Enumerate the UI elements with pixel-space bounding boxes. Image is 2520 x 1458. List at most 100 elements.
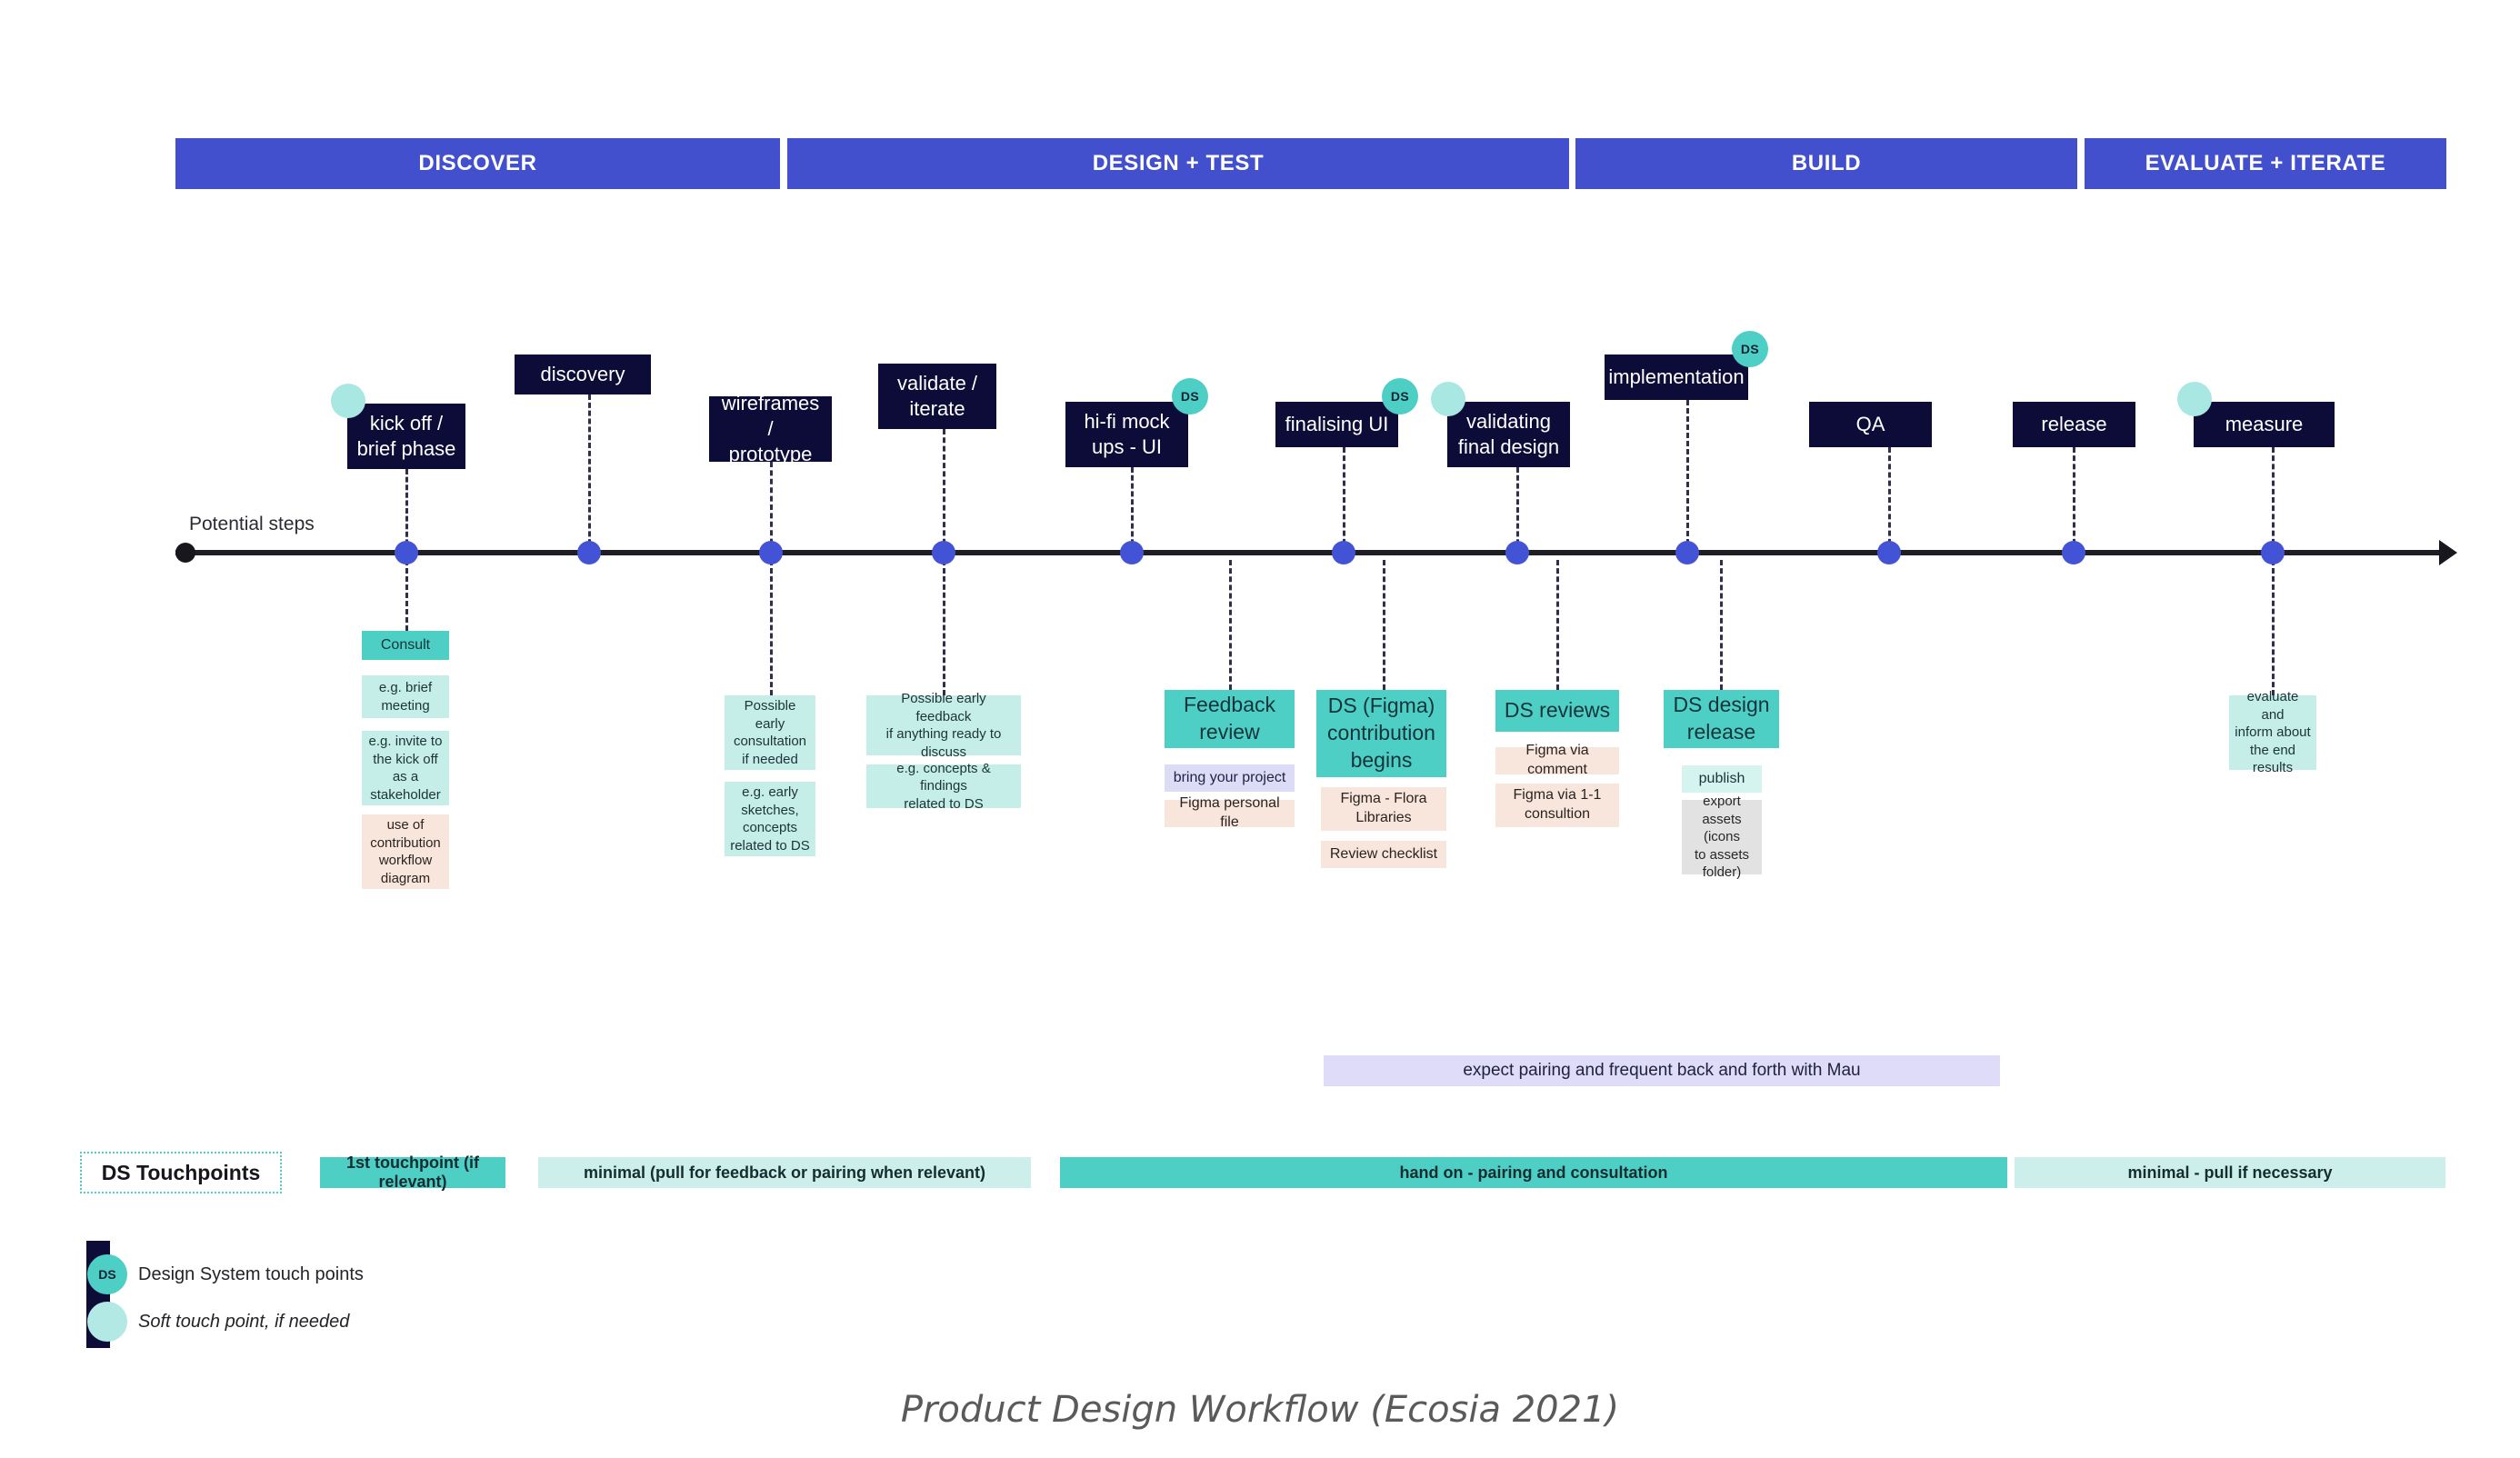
- note-card-label: e.g. invite to the kick off as a stakeholde…: [368, 734, 443, 803]
- timeline-node-3[interactable]: [759, 541, 783, 564]
- note-card-figma-personal-file[interactable]: Figma personal file: [1165, 795, 1295, 830]
- timeline-node-10[interactable]: [2062, 541, 2085, 564]
- note-card-e-g-concepts-findings[interactable]: e.g. concepts & findings related to DS: [866, 761, 1021, 812]
- step-box-finalising-ui[interactable]: finalising UI: [1275, 402, 1398, 447]
- note-card-possible-early-feedback[interactable]: Possible early feedback if anything ready…: [866, 691, 1021, 760]
- pairing-note-band: expect pairing and frequent back and for…: [1324, 1055, 2000, 1086]
- note-card-figma-flora[interactable]: Figma - Flora Libraries: [1321, 787, 1446, 831]
- ds-badge: DS: [1382, 378, 1418, 414]
- phase-bar-build[interactable]: BUILD: [1575, 138, 2077, 189]
- timeline-node-4[interactable]: [932, 541, 955, 564]
- note-card-ds-figma[interactable]: DS (Figma) contribution begins: [1316, 690, 1446, 777]
- timeline-node-6[interactable]: [1332, 541, 1355, 564]
- step-connector: [1686, 400, 1689, 553]
- note-card-bring-your-project[interactable]: bring your project: [1165, 764, 1295, 792]
- step-box-label: implementation: [1608, 364, 1745, 388]
- note-connector: [2272, 560, 2275, 695]
- note-card-evaluate-and[interactable]: evaluate and inform about the end results: [2229, 689, 2316, 775]
- step-connector: [1516, 467, 1519, 553]
- timeline-node-9[interactable]: [1877, 541, 1901, 564]
- step-box-implementation[interactable]: implementation: [1605, 355, 1748, 400]
- note-card-export[interactable]: export assets (icons to assets folder): [1682, 794, 1762, 880]
- note-card-feedback[interactable]: Feedback review: [1165, 690, 1295, 748]
- step-connector: [2272, 447, 2275, 553]
- touchpoint-bar-1st-touchpoint-if-relevant[interactable]: 1st touchpoint (if relevant): [320, 1153, 505, 1191]
- note-card-ds-reviews[interactable]: DS reviews: [1495, 690, 1619, 732]
- note-card-label: evaluate and inform about the end results: [2235, 689, 2311, 776]
- potential-steps-label: Potential steps: [189, 514, 315, 534]
- note-card-use-of[interactable]: use of contribution workflow diagram: [362, 814, 449, 889]
- touchpoint-bar-minimal-pull-if-necessary[interactable]: minimal - pull if necessary: [2015, 1157, 2445, 1188]
- step-connector: [943, 429, 945, 553]
- touchpoint-bar-minimal-pull-for-feedback-or-p[interactable]: minimal (pull for feedback or pairing wh…: [538, 1157, 1031, 1188]
- note-card-label: Figma - Flora Libraries: [1340, 791, 1427, 825]
- timeline-node-1[interactable]: [395, 541, 418, 564]
- note-card-label: export assets (icons to assets folder): [1694, 794, 1750, 881]
- step-box-validate[interactable]: validate / iterate: [878, 364, 996, 429]
- note-card-label: Figma via 1-1 consultion: [1513, 787, 1602, 822]
- timeline-node-2[interactable]: [577, 541, 601, 564]
- step-box-label: kick off / brief phase: [356, 411, 456, 460]
- step-box-discovery[interactable]: discovery: [515, 355, 651, 394]
- note-connector: [1229, 560, 1232, 690]
- note-card-label: Possible early feedback if anything ready…: [885, 691, 1002, 760]
- note-card-ds-design[interactable]: DS design release: [1664, 690, 1779, 748]
- step-box-label: wireframes / prototype: [721, 391, 820, 466]
- soft-touchpoint-dot: [331, 384, 365, 418]
- step-box-kick-off[interactable]: kick off / brief phase: [347, 404, 465, 469]
- timeline-node-5[interactable]: [1120, 541, 1144, 564]
- note-card-label: Figma via comment: [1525, 743, 1589, 777]
- note-card-consult[interactable]: Consult: [362, 631, 449, 660]
- step-box-label: measure: [2225, 412, 2304, 435]
- timeline-arrow-icon: [2439, 540, 2457, 565]
- step-box-label: finalising UI: [1285, 412, 1389, 435]
- page-title: Product Design Workflow (Ecosia 2021): [900, 1389, 1620, 1431]
- step-box-label: release: [2041, 412, 2107, 435]
- timeline-node-8[interactable]: [1675, 541, 1699, 564]
- phase-bar-discover[interactable]: DISCOVER: [175, 138, 780, 189]
- note-connector: [1383, 560, 1385, 690]
- note-card-e-g-brief[interactable]: e.g. brief meeting: [362, 675, 449, 718]
- step-box-label: discovery: [540, 362, 625, 385]
- step-connector: [1343, 447, 1345, 553]
- note-connector: [405, 560, 408, 631]
- step-box-label: validate / iterate: [896, 371, 978, 420]
- note-card-possible[interactable]: Possible early consultation if needed: [725, 695, 815, 770]
- step-box-validating[interactable]: validating final design: [1447, 402, 1570, 467]
- note-card-label: DS (Figma) contribution begins: [1327, 694, 1435, 772]
- step-box-label: validating final design: [1457, 409, 1560, 458]
- ds-touchpoints-title: DS Touchpoints: [80, 1152, 282, 1193]
- note-card-label: use of contribution workflow diagram: [370, 817, 441, 886]
- note-card-e-g-invite-to[interactable]: e.g. invite to the kick off as a stakeholde…: [362, 731, 449, 805]
- footer-title-wrap: Product Design Workflow (Ecosia 2021): [0, 1389, 2520, 1431]
- note-card-review-checklist[interactable]: Review checklist: [1321, 841, 1446, 868]
- step-box-measure[interactable]: measure: [2194, 402, 2335, 447]
- ds-badge: DS: [1732, 331, 1768, 367]
- note-card-label: e.g. concepts & findings related to DS: [896, 760, 991, 812]
- step-connector: [1888, 447, 1891, 553]
- phase-bar-evaluate-iterate[interactable]: EVALUATE + ITERATE: [2085, 138, 2446, 189]
- step-box-qa[interactable]: QA: [1809, 402, 1932, 447]
- workflow-diagram-canvas: DISCOVER DESIGN + TEST BUILD EVALUATE + ITE…: [0, 0, 2520, 1458]
- step-box-wireframes[interactable]: wireframes / prototype: [709, 392, 832, 465]
- note-card-label: Consult: [380, 636, 431, 653]
- step-box-label: hi-fi mock ups - UI: [1084, 409, 1170, 458]
- legend-soft-icon: [87, 1302, 127, 1342]
- timeline-node-11[interactable]: [2261, 541, 2285, 564]
- note-card-label: Figma personal file: [1179, 795, 1280, 830]
- note-card-figma-via-comment[interactable]: Figma via comment: [1495, 743, 1619, 777]
- step-connector: [770, 462, 773, 553]
- step-connector: [2073, 447, 2075, 553]
- note-card-label: Feedback review: [1183, 693, 1275, 744]
- step-box-release[interactable]: release: [2013, 402, 2135, 447]
- soft-touchpoint-dot: [2177, 382, 2212, 416]
- note-card-publish[interactable]: publish: [1682, 765, 1762, 793]
- note-connector: [1556, 560, 1559, 690]
- timeline-node-7[interactable]: [1505, 541, 1529, 564]
- step-box-hi-fi-mock[interactable]: hi-fi mock ups - UI: [1065, 402, 1188, 467]
- note-card-e-g-early[interactable]: e.g. early sketches, concepts related to DS: [725, 782, 815, 856]
- timeline-start-dot: [175, 543, 195, 563]
- phase-bar-design-test[interactable]: DESIGN + TEST: [787, 138, 1569, 189]
- note-card-figma-via-1-1[interactable]: Figma via 1-1 consultion: [1495, 784, 1619, 827]
- touchpoint-bar-hand-on-pairing-and-consultati[interactable]: hand on - pairing and consultation: [1060, 1157, 2007, 1188]
